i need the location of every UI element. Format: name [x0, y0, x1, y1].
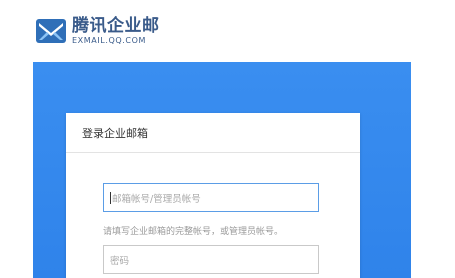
text-caret — [110, 191, 111, 204]
exmail-envelope-logo-icon — [36, 19, 66, 43]
brand-name-en: EXMAIL.QQ.COM — [72, 36, 146, 45]
password-placeholder: 密码 — [110, 255, 130, 267]
password-input[interactable]: 密码 — [103, 245, 319, 274]
account-input[interactable]: 邮箱帐号/管理员帐号 — [103, 183, 319, 212]
account-placeholder: 邮箱帐号/管理员帐号 — [112, 193, 201, 205]
account-hint: 请填写企业邮箱的完整帐号，或管理员帐号。 — [103, 227, 284, 237]
brand-logo[interactable]: 腾讯企业邮 EXMAIL.QQ.COM — [35, 16, 160, 46]
brand-name-cn: 腾讯企业邮 — [72, 16, 160, 36]
login-page: 腾讯企业邮 EXMAIL.QQ.COM 登录企业邮箱 邮箱帐号/管理员帐号 请填… — [0, 0, 455, 278]
login-card-title: 登录企业邮箱 — [66, 113, 360, 153]
login-card: 登录企业邮箱 邮箱帐号/管理员帐号 请填写企业邮箱的完整帐号，或管理员帐号。 密… — [66, 113, 360, 278]
